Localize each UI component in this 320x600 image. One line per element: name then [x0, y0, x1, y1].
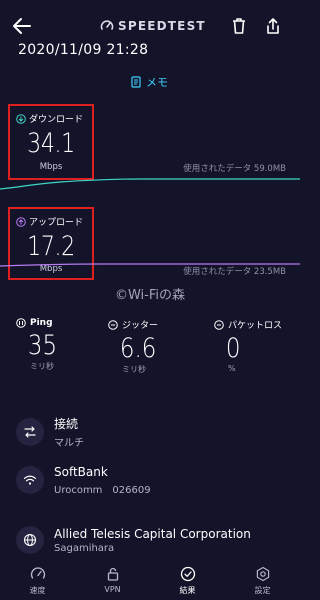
ping-value: 35 [27, 330, 58, 361]
results-check-icon [180, 566, 196, 582]
jitter-unit: ミリ秒 [122, 365, 146, 374]
memo-label: メモ [146, 76, 168, 89]
upload-icon [16, 216, 26, 227]
server-name: Allied Telesis Capital Corporation [54, 526, 251, 541]
memo-icon [130, 76, 142, 88]
ping-icon [16, 318, 26, 328]
nav-vpn-label: VPN [104, 585, 121, 594]
download-graph [0, 168, 300, 192]
wifi-icon [16, 466, 44, 494]
trash-icon[interactable] [229, 16, 249, 36]
back-arrow-icon[interactable] [10, 14, 34, 38]
nav-settings[interactable]: 設定 [225, 563, 300, 600]
download-speed: 34.1 [27, 128, 75, 159]
test-datetime: 2020/11/09 21:28 [18, 42, 149, 58]
connection-type: マルチ [54, 438, 84, 449]
vpn-lock-icon [105, 566, 121, 582]
upload-graph [0, 254, 300, 278]
packet-loss-label: パケットロス [228, 321, 283, 331]
jitter-metric: ジッター 6.6 ミリ秒 [108, 318, 203, 375]
speedtest-logo-icon [100, 19, 114, 33]
isp-detail: Urocomm 026609 [54, 484, 151, 496]
speed-icon [30, 566, 46, 582]
share-icon[interactable] [263, 16, 283, 36]
nav-vpn[interactable]: VPN [75, 563, 150, 600]
app-brand: SPEEDTEST [100, 17, 205, 35]
packet-loss-icon [214, 319, 224, 330]
packet-loss-value: 0 [225, 333, 241, 364]
jitter-icon [108, 319, 118, 330]
nav-speed[interactable]: 速度 [0, 563, 75, 600]
download-icon [16, 113, 26, 124]
server-info[interactable]: Allied Telesis Capital Corporation Sagam… [16, 520, 286, 560]
bottom-nav: 速度 VPN 結果 設定 [0, 563, 300, 600]
nav-results-label: 結果 [179, 586, 196, 595]
ping-unit: ミリ秒 [30, 362, 54, 371]
server-location: Sagamihara [54, 542, 115, 554]
packet-loss-metric: パケットロス 0 % [214, 318, 309, 373]
connection-icon [16, 418, 44, 446]
nav-results[interactable]: 結果 [150, 563, 225, 600]
nav-settings-label: 設定 [254, 586, 271, 595]
brand-name: SPEEDTEST [118, 19, 206, 33]
globe-icon [16, 526, 44, 554]
nav-speed-label: 速度 [29, 586, 46, 595]
jitter-label: ジッター [122, 321, 159, 331]
connection-title: 接続 [54, 417, 79, 431]
connection-info: 接続 マルチ [16, 412, 286, 452]
settings-gear-icon [255, 566, 271, 582]
jitter-value: 6.6 [119, 333, 157, 364]
download-label: ダウンロード [29, 115, 84, 125]
ping-label: Ping [30, 318, 53, 328]
watermark: ©Wi-Fiの森 [114, 288, 185, 303]
ping-metric: Ping 35 ミリ秒 [16, 318, 111, 372]
isp-name: SoftBank [54, 464, 108, 479]
packet-loss-unit: % [228, 364, 236, 373]
isp-info: SoftBank Urocomm 026609 [16, 460, 286, 500]
upload-label: アップロード [29, 218, 84, 228]
memo-button[interactable]: メモ [130, 74, 168, 90]
